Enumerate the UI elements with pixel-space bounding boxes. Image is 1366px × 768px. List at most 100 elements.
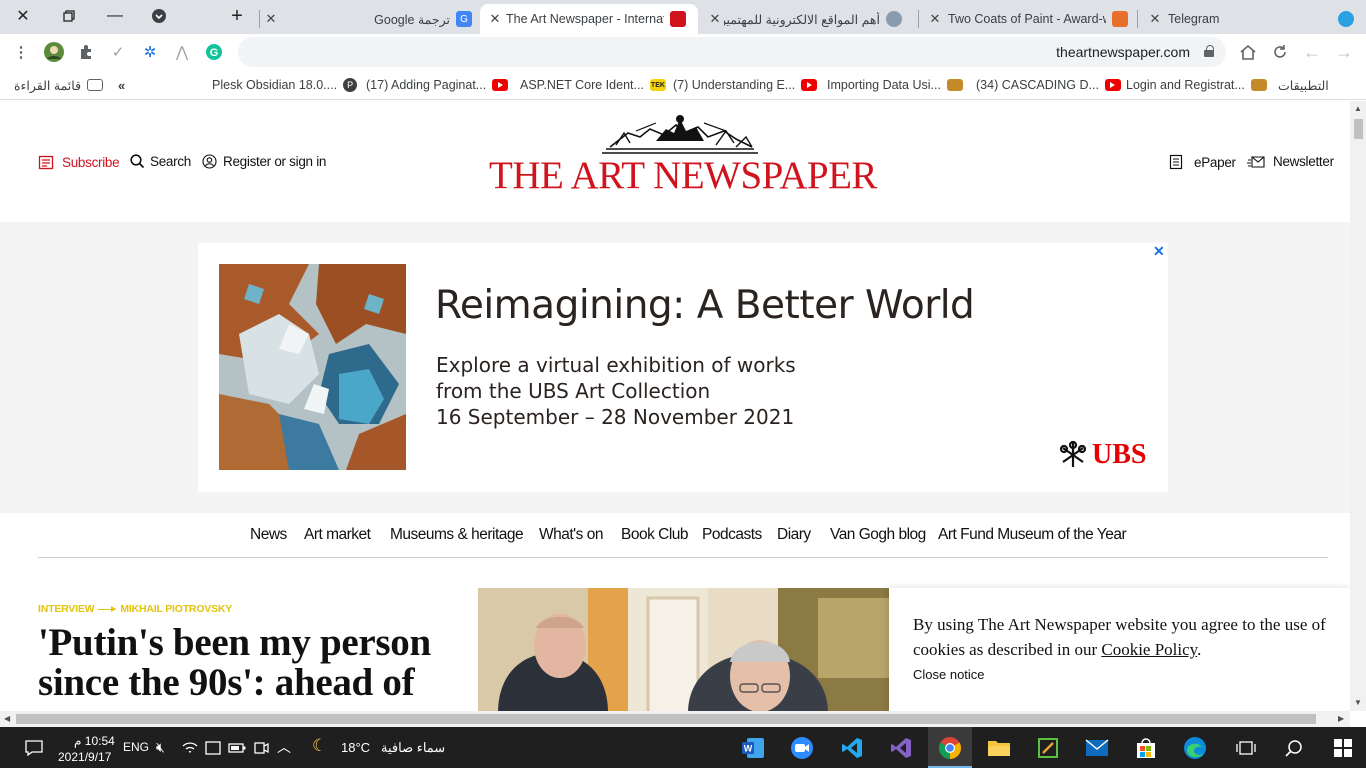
lock-icon[interactable]: [1204, 45, 1214, 57]
register-link[interactable]: Register or sign in: [202, 154, 326, 169]
windows-taskbar: 10:54 م 2021/9/17 ENG 🔇︎ ︿ ☾ 18°C سماء ص…: [0, 727, 1366, 768]
weather-condition[interactable]: سماء صافية: [381, 740, 445, 756]
input-language[interactable]: ENG: [123, 740, 149, 754]
bookmark-label: Importing Data Usi...: [827, 78, 941, 92]
grammarly-icon[interactable]: G: [202, 40, 226, 64]
notifications-button[interactable]: [22, 736, 46, 760]
store-app-icon[interactable]: [1134, 736, 1158, 760]
network-icon[interactable]: [178, 736, 202, 760]
bookmark-adding-pagination[interactable]: (17) Adding Paginat...: [366, 76, 509, 94]
cookie-policy-link[interactable]: Cookie Policy: [1101, 640, 1197, 659]
bookmark-login-registration[interactable]: Login and Registrat...: [1126, 76, 1267, 94]
visual-studio-app-icon[interactable]: [889, 736, 913, 760]
article-headline[interactable]: 'Putin's been my person since the 90s': …: [38, 623, 468, 703]
bookmarks-overflow-button[interactable]: «: [118, 76, 125, 94]
chevron-up-icon[interactable]: ︿: [277, 737, 291, 757]
scroll-left-icon[interactable]: ◀: [4, 714, 10, 723]
ad-close-button[interactable]: ✕: [1153, 243, 1165, 260]
forward-button[interactable]: →: [1332, 40, 1356, 64]
scroll-right-icon[interactable]: ▶: [1338, 714, 1344, 723]
snip-app-icon[interactable]: [1036, 736, 1060, 760]
clock-date[interactable]: 2021/9/17: [58, 750, 111, 764]
subscribe-link[interactable]: Subscribe: [38, 154, 120, 170]
vertical-scrollbar[interactable]: ▲ ▼: [1350, 101, 1366, 711]
reading-list-button[interactable]: قائمة القراءة: [14, 76, 104, 94]
battery-icon[interactable]: [225, 736, 249, 760]
menu-icon[interactable]: ⋮: [9, 40, 33, 64]
bookmark-aspnet-identity[interactable]: ASP.NET Core Ident... TEK: [520, 76, 666, 94]
nav-art-market[interactable]: Art market: [304, 526, 371, 544]
close-tab-icon[interactable]: ✕: [262, 11, 280, 27]
site-logo[interactable]: THE ART NEWSPAPER: [470, 153, 896, 198]
chrome-app-icon[interactable]: [938, 736, 962, 760]
close-tab-icon[interactable]: ✕: [486, 11, 504, 27]
horizontal-scroll-thumb[interactable]: [16, 714, 1316, 724]
nav-podcasts[interactable]: Podcasts: [702, 526, 762, 544]
device-icon[interactable]: [201, 736, 225, 760]
close-tab-icon[interactable]: ✕: [706, 11, 724, 27]
mail-app-icon[interactable]: [1085, 736, 1109, 760]
meet-now-icon[interactable]: [249, 736, 273, 760]
weather-temperature[interactable]: 18°C: [341, 740, 370, 755]
tab-two-coats-of-paint[interactable]: ✕ Two Coats of Paint - Award-w: [920, 4, 1134, 34]
bookmark-apps[interactable]: التطبيقات: [1278, 76, 1329, 94]
home-button[interactable]: [1236, 40, 1260, 64]
tab-telegram[interactable]: ✕ Telegram: [1140, 4, 1360, 34]
loading-extension-icon[interactable]: ✲: [138, 40, 162, 64]
extension-a-icon[interactable]: ⋀: [170, 40, 194, 64]
file-explorer-icon[interactable]: [987, 736, 1011, 760]
close-window-button[interactable]: ✕: [0, 0, 46, 32]
horizontal-scrollbar[interactable]: ◀ ▶: [0, 711, 1350, 727]
minimize-window-button[interactable]: —: [92, 0, 138, 32]
kicker-topic[interactable]: MIKHAIL PIOTROVSKY: [120, 603, 232, 615]
address-bar[interactable]: theartnewspaper.com: [238, 37, 1226, 67]
nav-news[interactable]: News: [250, 526, 287, 544]
nav-book-club[interactable]: Book Club: [621, 526, 689, 544]
bookmark-importing-data[interactable]: Importing Data Usi...: [827, 76, 963, 94]
ubs-advertisement[interactable]: Reimagining: A Better World Explore a vi…: [198, 243, 1168, 492]
nav-van-gogh-blog[interactable]: Van Gogh blog: [830, 526, 926, 544]
kicker-section[interactable]: INTERVIEW: [38, 603, 95, 615]
restore-window-button[interactable]: [46, 0, 92, 32]
tab-google-translate[interactable]: ✕ ترجمة Google G: [262, 4, 478, 34]
task-view-icon[interactable]: [1234, 736, 1258, 760]
nav-art-fund-museum[interactable]: Art Fund Museum of the Year: [938, 526, 1127, 544]
zoom-app-icon[interactable]: [790, 736, 814, 760]
tab-search-button[interactable]: [136, 0, 182, 32]
scroll-up-icon[interactable]: ▲: [1354, 104, 1362, 113]
search-taskbar-icon[interactable]: [1282, 736, 1306, 760]
nav-whats-on[interactable]: What's on: [539, 526, 603, 544]
start-button[interactable]: [1331, 736, 1355, 760]
bookmark-cascading[interactable]: (34) CASCADING D...: [976, 76, 1121, 94]
scroll-down-icon[interactable]: ▼: [1354, 698, 1362, 707]
close-tab-icon[interactable]: ✕: [1146, 11, 1164, 27]
vscode-app-icon[interactable]: [840, 736, 864, 760]
search-link[interactable]: Search: [130, 154, 191, 169]
volume-muted-icon[interactable]: 🔇︎: [156, 739, 165, 756]
article-photo[interactable]: [478, 588, 889, 711]
cookie-message: By using The Art Newspaper website you a…: [913, 612, 1333, 662]
tab-the-art-newspaper[interactable]: ✕ The Art Newspaper - Internat: [480, 4, 698, 34]
extensions-icon[interactable]: [74, 40, 98, 64]
nav-museums-heritage[interactable]: Museums & heritage: [390, 526, 524, 544]
check-extension-icon[interactable]: ✓: [106, 40, 130, 64]
word-app-icon[interactable]: W: [741, 736, 765, 760]
register-label: Register or sign in: [223, 154, 327, 169]
epaper-link[interactable]: ePaper: [1168, 154, 1236, 170]
bookmark-understanding[interactable]: (7) Understanding E...: [673, 76, 818, 94]
vertical-scroll-thumb[interactable]: [1354, 119, 1363, 139]
close-notice-button[interactable]: Close notice: [913, 667, 985, 682]
tab-title: Two Coats of Paint - Award-w: [948, 12, 1106, 26]
new-tab-button[interactable]: +: [214, 0, 260, 32]
reload-button[interactable]: [1268, 40, 1292, 64]
close-tab-icon[interactable]: ✕: [926, 11, 944, 27]
tab-arabic-sites[interactable]: ✕ أهم المواقع الالكترونية للمهتمين: [700, 4, 916, 34]
nav-diary[interactable]: Diary: [777, 526, 811, 544]
back-button[interactable]: ←: [1300, 40, 1324, 64]
edge-app-icon[interactable]: [1183, 736, 1207, 760]
newsletter-link[interactable]: Newsletter: [1247, 154, 1334, 169]
bookmark-plesk[interactable]: Plesk Obsidian 18.0.... P: [212, 76, 358, 94]
profile-avatar[interactable]: [42, 40, 66, 64]
restore-icon: [63, 10, 75, 22]
clock-time[interactable]: 10:54 م: [74, 734, 115, 748]
